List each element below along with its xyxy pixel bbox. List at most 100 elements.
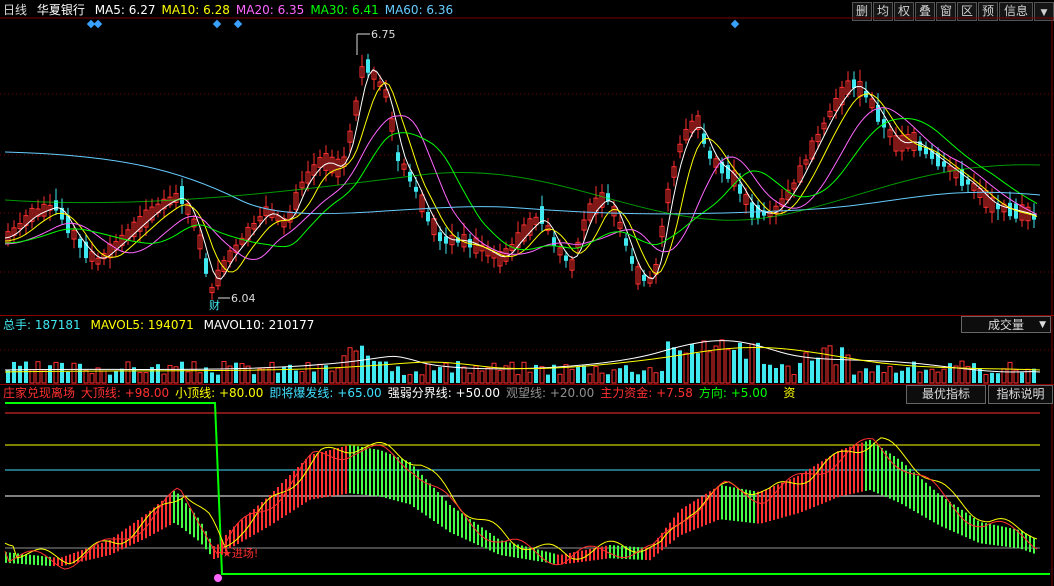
volume-bar-down — [1032, 368, 1036, 383]
volume-bar-up — [137, 372, 143, 384]
volume-bar-down — [180, 361, 184, 383]
volume-bar-up — [785, 365, 791, 384]
volume-bar-up — [539, 366, 545, 384]
volume-bar-down — [312, 371, 316, 383]
price-high-label: 6.75 — [371, 28, 396, 41]
volume-bar-down — [990, 372, 994, 383]
indicator-name[interactable]: 庄家兑现离场 — [3, 386, 75, 400]
volume-bar-down — [234, 362, 238, 383]
volume-bar-down — [894, 372, 898, 383]
volume-bar-up — [821, 347, 827, 384]
candle-body-down — [966, 179, 970, 185]
volume-bar-down — [774, 368, 778, 383]
candle-body-down — [708, 150, 712, 159]
volume-bar-down — [630, 371, 634, 383]
volume-indicator-select[interactable]: 成交量 ▼ — [961, 316, 1051, 333]
volume-bar-up — [959, 360, 965, 384]
volume-bar-up — [521, 361, 527, 384]
volume-bar-up — [35, 361, 41, 384]
candle-body-down — [552, 237, 556, 246]
volume-bar-up — [191, 361, 197, 384]
volume-bar-down — [12, 361, 16, 383]
volume-bar-up — [83, 370, 89, 384]
volume-bar-down — [582, 365, 586, 383]
volume-bar-down — [876, 365, 880, 383]
volume-bar-up — [167, 364, 173, 384]
volume-bar-down — [372, 360, 376, 383]
volume-bar-up — [101, 370, 107, 384]
volume-bar-down — [204, 367, 208, 383]
volume-bar-up — [221, 361, 227, 384]
panel-divider — [0, 315, 1054, 316]
volume-bar-down — [252, 374, 256, 383]
volume-bar-down — [840, 347, 844, 383]
volume-bar-down — [276, 372, 280, 383]
volume-bar-up — [95, 367, 101, 384]
volume-bar-up — [419, 374, 425, 384]
event-diamond-icon — [93, 19, 103, 29]
candle-body-down — [642, 274, 646, 281]
volume-bar-up — [929, 368, 935, 384]
indicator-help-button[interactable]: 指标说明 — [988, 385, 1053, 404]
volume-bar-up — [479, 370, 485, 384]
volume-bar-up — [569, 368, 575, 384]
volume-bar-up — [941, 368, 947, 384]
volume-bar-up — [647, 367, 653, 384]
volume-bar-down — [780, 364, 784, 383]
volume-bar-down — [402, 374, 406, 383]
mavol10-line — [4, 346, 1041, 373]
stock-chart-canvas[interactable]: 6.75 6.04 财 ★进场! — [0, 0, 1054, 586]
volume-bar-down — [210, 372, 214, 383]
candle-body-down — [396, 152, 400, 162]
volume-bar-up — [317, 363, 323, 384]
event-diamond-icon — [730, 19, 740, 29]
volume-bar-up — [683, 352, 689, 384]
volume-bar-up — [89, 373, 95, 384]
volume-bar-down — [642, 370, 646, 383]
volume-bar-down — [156, 364, 160, 383]
volume-bar-up — [845, 354, 851, 384]
volume-bar-down — [618, 368, 622, 383]
volume-bar-down — [996, 373, 1000, 383]
volume-bar-up — [407, 374, 413, 384]
volume-bar-down — [396, 366, 400, 383]
volume-bar-down — [414, 371, 418, 383]
total-volume-label: 总手: 187181 — [3, 318, 81, 332]
indicator-legend-item: 大顶线: +98.00 — [80, 386, 170, 400]
volume-bar-down — [744, 358, 748, 383]
volume-bar-up — [125, 361, 131, 384]
candle-body-down — [942, 161, 946, 167]
event-diamond-icon — [233, 19, 243, 29]
candle-body-down — [444, 236, 448, 244]
volume-bar-up — [299, 371, 305, 384]
volume-bar-down — [924, 369, 928, 383]
ma5-line — [4, 69, 1038, 280]
volume-bar-up — [557, 373, 563, 384]
volume-bar-up — [707, 351, 713, 384]
price-panel — [0, 17, 1054, 586]
volume-bar-up — [611, 369, 617, 384]
volume-bar-up — [161, 373, 167, 384]
indicator-legend: 大顶线: +98.00 小顶线: +80.00 即将爆发线: +65.00 强弱分界线… — [81, 386, 774, 400]
volume-bar-down — [60, 362, 64, 383]
volume-bar-up — [425, 363, 431, 384]
signal-marker-icon — [214, 574, 222, 582]
volume-bar-down — [672, 347, 676, 383]
entry-signal-label: ★进场! — [222, 546, 258, 560]
indicator-legend-item: 主力资金: +7.58 — [600, 386, 693, 400]
indicator-legend-item: 方向: +5.00 — [698, 386, 768, 400]
volume-bar-down — [450, 372, 454, 383]
volume-bar-up — [701, 340, 707, 384]
candle-body-down — [204, 258, 208, 274]
finance-event-marker[interactable]: 财 — [209, 298, 220, 312]
best-indicator-button[interactable]: 最优指标 — [906, 385, 986, 404]
candle-body-down — [630, 256, 634, 264]
volume-bar-up — [53, 361, 59, 384]
candle-body-down — [1008, 202, 1012, 217]
volume-header: 总手: 187181 MAVOL5: 194071 MAVOL10: 21017… — [3, 317, 320, 334]
volume-bar-down — [798, 362, 802, 383]
volume-bar-down — [546, 374, 550, 383]
volume-bar-down — [696, 353, 700, 383]
volume-bar-up — [653, 372, 659, 384]
volume-selector-value: 成交量 — [988, 318, 1025, 332]
